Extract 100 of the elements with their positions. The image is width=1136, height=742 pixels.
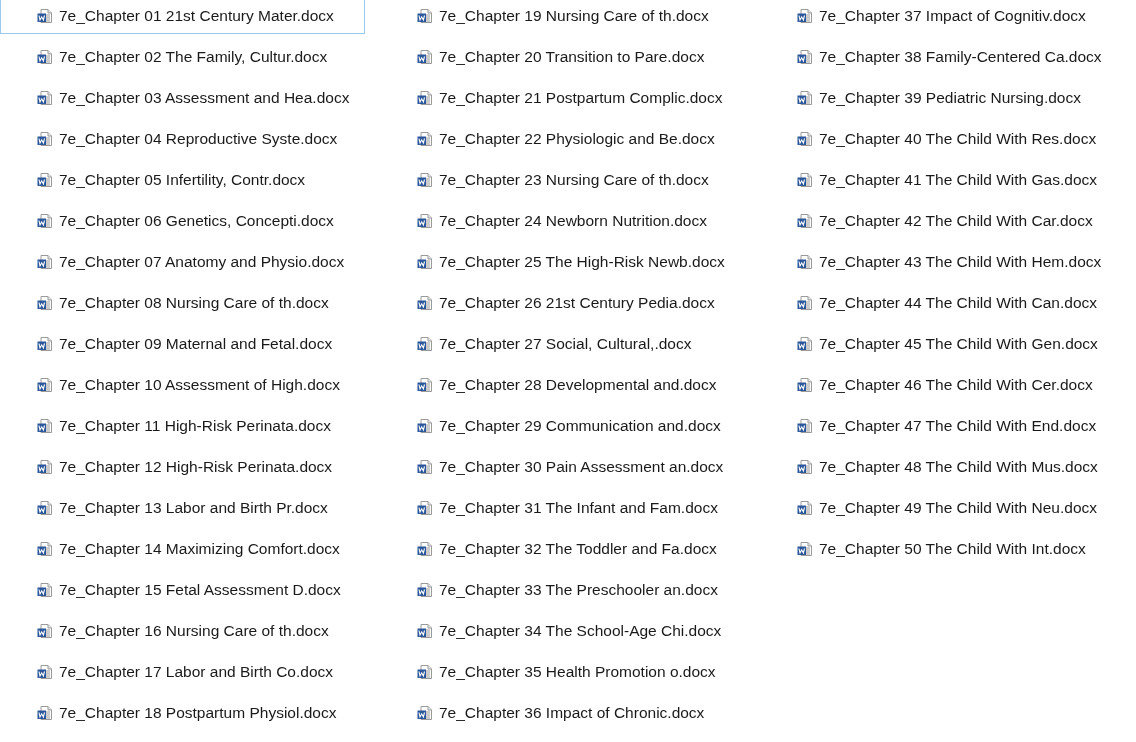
file-name: 7e_Chapter 18 Postpartum Physiol.docx — [59, 704, 337, 722]
file-name: 7e_Chapter 09 Maternal and Fetal.docx — [59, 335, 333, 353]
file-item[interactable]: 7e_Chapter 50 The Child With Int.docx — [760, 531, 1125, 567]
file-item[interactable]: 7e_Chapter 23 Nursing Care of th.docx — [380, 162, 745, 198]
file-item[interactable]: 7e_Chapter 19 Nursing Care of th.docx — [380, 0, 745, 34]
word-document-icon — [37, 500, 53, 516]
word-document-icon — [417, 8, 433, 24]
word-document-icon — [417, 131, 433, 147]
file-name: 7e_Chapter 36 Impact of Chronic.docx — [439, 704, 705, 722]
file-name: 7e_Chapter 21 Postpartum Complic.docx — [439, 89, 723, 107]
file-item[interactable]: 7e_Chapter 25 The High-Risk Newb.docx — [380, 244, 745, 280]
word-document-icon — [797, 254, 813, 270]
word-document-icon — [417, 254, 433, 270]
file-name: 7e_Chapter 42 The Child With Car.docx — [819, 212, 1093, 230]
file-item[interactable]: 7e_Chapter 42 The Child With Car.docx — [760, 203, 1125, 239]
word-document-icon — [417, 377, 433, 393]
file-item[interactable]: 7e_Chapter 12 High-Risk Perinata.docx — [0, 449, 365, 485]
file-item[interactable]: 7e_Chapter 18 Postpartum Physiol.docx — [0, 695, 365, 731]
file-item[interactable]: 7e_Chapter 04 Reproductive Syste.docx — [0, 121, 365, 157]
word-document-icon — [797, 8, 813, 24]
file-item[interactable]: 7e_Chapter 34 The School-Age Chi.docx — [380, 613, 745, 649]
file-item[interactable]: 7e_Chapter 05 Infertility, Contr.docx — [0, 162, 365, 198]
file-name: 7e_Chapter 17 Labor and Birth Co.docx — [59, 663, 333, 681]
word-document-icon — [417, 172, 433, 188]
file-item[interactable]: 7e_Chapter 16 Nursing Care of th.docx — [0, 613, 365, 649]
word-document-icon — [417, 459, 433, 475]
word-document-icon — [37, 582, 53, 598]
file-item[interactable]: 7e_Chapter 08 Nursing Care of th.docx — [0, 285, 365, 321]
word-document-icon — [417, 49, 433, 65]
file-item[interactable]: 7e_Chapter 32 The Toddler and Fa.docx — [380, 531, 745, 567]
word-document-icon — [797, 172, 813, 188]
file-item[interactable]: 7e_Chapter 07 Anatomy and Physio.docx — [0, 244, 365, 280]
file-item[interactable]: 7e_Chapter 37 Impact of Cognitiv.docx — [760, 0, 1125, 34]
file-item[interactable]: 7e_Chapter 36 Impact of Chronic.docx — [380, 695, 745, 731]
file-item[interactable]: 7e_Chapter 11 High-Risk Perinata.docx — [0, 408, 365, 444]
file-item[interactable]: 7e_Chapter 30 Pain Assessment an.docx — [380, 449, 745, 485]
file-item[interactable]: 7e_Chapter 44 The Child With Can.docx — [760, 285, 1125, 321]
file-name: 7e_Chapter 12 High-Risk Perinata.docx — [59, 458, 333, 476]
file-name: 7e_Chapter 04 Reproductive Syste.docx — [59, 130, 338, 148]
file-item[interactable]: 7e_Chapter 38 Family-Centered Ca.docx — [760, 39, 1125, 75]
word-document-icon — [37, 623, 53, 639]
file-item[interactable]: 7e_Chapter 39 Pediatric Nursing.docx — [760, 80, 1125, 116]
file-name: 7e_Chapter 07 Anatomy and Physio.docx — [59, 253, 345, 271]
file-item[interactable]: 7e_Chapter 09 Maternal and Fetal.docx — [0, 326, 365, 362]
word-document-icon — [797, 377, 813, 393]
file-item[interactable]: 7e_Chapter 06 Genetics, Concepti.docx — [0, 203, 365, 239]
file-item[interactable]: 7e_Chapter 46 The Child With Cer.docx — [760, 367, 1125, 403]
file-item[interactable]: 7e_Chapter 26 21st Century Pedia.docx — [380, 285, 745, 321]
file-item[interactable]: 7e_Chapter 14 Maximizing Comfort.docx — [0, 531, 365, 567]
file-name: 7e_Chapter 24 Newborn Nutrition.docx — [439, 212, 707, 230]
file-name: 7e_Chapter 37 Impact of Cognitiv.docx — [819, 7, 1086, 25]
file-item[interactable]: 7e_Chapter 10 Assessment of High.docx — [0, 367, 365, 403]
file-item[interactable]: 7e_Chapter 41 The Child With Gas.docx — [760, 162, 1125, 198]
file-name: 7e_Chapter 15 Fetal Assessment D.docx — [59, 581, 341, 599]
file-item[interactable]: 7e_Chapter 03 Assessment and Hea.docx — [0, 80, 365, 116]
word-document-icon — [37, 131, 53, 147]
file-name: 7e_Chapter 49 The Child With Neu.docx — [819, 499, 1097, 517]
file-name: 7e_Chapter 44 The Child With Can.docx — [819, 294, 1097, 312]
word-document-icon — [37, 213, 53, 229]
file-item[interactable]: 7e_Chapter 35 Health Promotion o.docx — [380, 654, 745, 690]
file-item[interactable]: 7e_Chapter 28 Developmental and.docx — [380, 367, 745, 403]
file-name: 7e_Chapter 08 Nursing Care of th.docx — [59, 294, 329, 312]
file-item[interactable]: 7e_Chapter 49 The Child With Neu.docx — [760, 490, 1125, 526]
file-name: 7e_Chapter 30 Pain Assessment an.docx — [439, 458, 724, 476]
file-item[interactable]: 7e_Chapter 01 21st Century Mater.docx — [0, 0, 365, 34]
file-item[interactable]: 7e_Chapter 27 Social, Cultural,.docx — [380, 326, 745, 362]
file-name: 7e_Chapter 20 Transition to Pare.docx — [439, 48, 705, 66]
word-document-icon — [797, 336, 813, 352]
file-name: 7e_Chapter 41 The Child With Gas.docx — [819, 171, 1097, 189]
file-name: 7e_Chapter 45 The Child With Gen.docx — [819, 335, 1098, 353]
word-document-icon — [797, 90, 813, 106]
word-document-icon — [37, 49, 53, 65]
file-name: 7e_Chapter 28 Developmental and.docx — [439, 376, 717, 394]
file-item[interactable]: 7e_Chapter 15 Fetal Assessment D.docx — [0, 572, 365, 608]
word-document-icon — [417, 336, 433, 352]
word-document-icon — [37, 377, 53, 393]
word-document-icon — [797, 131, 813, 147]
file-item[interactable]: 7e_Chapter 40 The Child With Res.docx — [760, 121, 1125, 157]
file-name: 7e_Chapter 11 High-Risk Perinata.docx — [59, 417, 331, 435]
file-item[interactable]: 7e_Chapter 24 Newborn Nutrition.docx — [380, 203, 745, 239]
file-item[interactable]: 7e_Chapter 13 Labor and Birth Pr.docx — [0, 490, 365, 526]
file-name: 7e_Chapter 40 The Child With Res.docx — [819, 130, 1097, 148]
file-item[interactable]: 7e_Chapter 02 The Family, Cultur.docx — [0, 39, 365, 75]
file-item[interactable]: 7e_Chapter 22 Physiologic and Be.docx — [380, 121, 745, 157]
file-item[interactable]: 7e_Chapter 45 The Child With Gen.docx — [760, 326, 1125, 362]
file-item[interactable]: 7e_Chapter 20 Transition to Pare.docx — [380, 39, 745, 75]
word-document-icon — [417, 213, 433, 229]
file-item[interactable]: 7e_Chapter 33 The Preschooler an.docx — [380, 572, 745, 608]
file-item[interactable]: 7e_Chapter 47 The Child With End.docx — [760, 408, 1125, 444]
file-item[interactable]: 7e_Chapter 29 Communication and.docx — [380, 408, 745, 444]
word-document-icon — [417, 295, 433, 311]
file-item[interactable]: 7e_Chapter 31 The Infant and Fam.docx — [380, 490, 745, 526]
file-item[interactable]: 7e_Chapter 48 The Child With Mus.docx — [760, 449, 1125, 485]
file-item[interactable]: 7e_Chapter 17 Labor and Birth Co.docx — [0, 654, 365, 690]
file-item[interactable]: 7e_Chapter 43 The Child With Hem.docx — [760, 244, 1125, 280]
file-item[interactable]: 7e_Chapter 21 Postpartum Complic.docx — [380, 80, 745, 116]
file-name: 7e_Chapter 05 Infertility, Contr.docx — [59, 171, 306, 189]
word-document-icon — [37, 90, 53, 106]
word-document-icon — [37, 336, 53, 352]
file-name: 7e_Chapter 38 Family-Centered Ca.docx — [819, 48, 1102, 66]
